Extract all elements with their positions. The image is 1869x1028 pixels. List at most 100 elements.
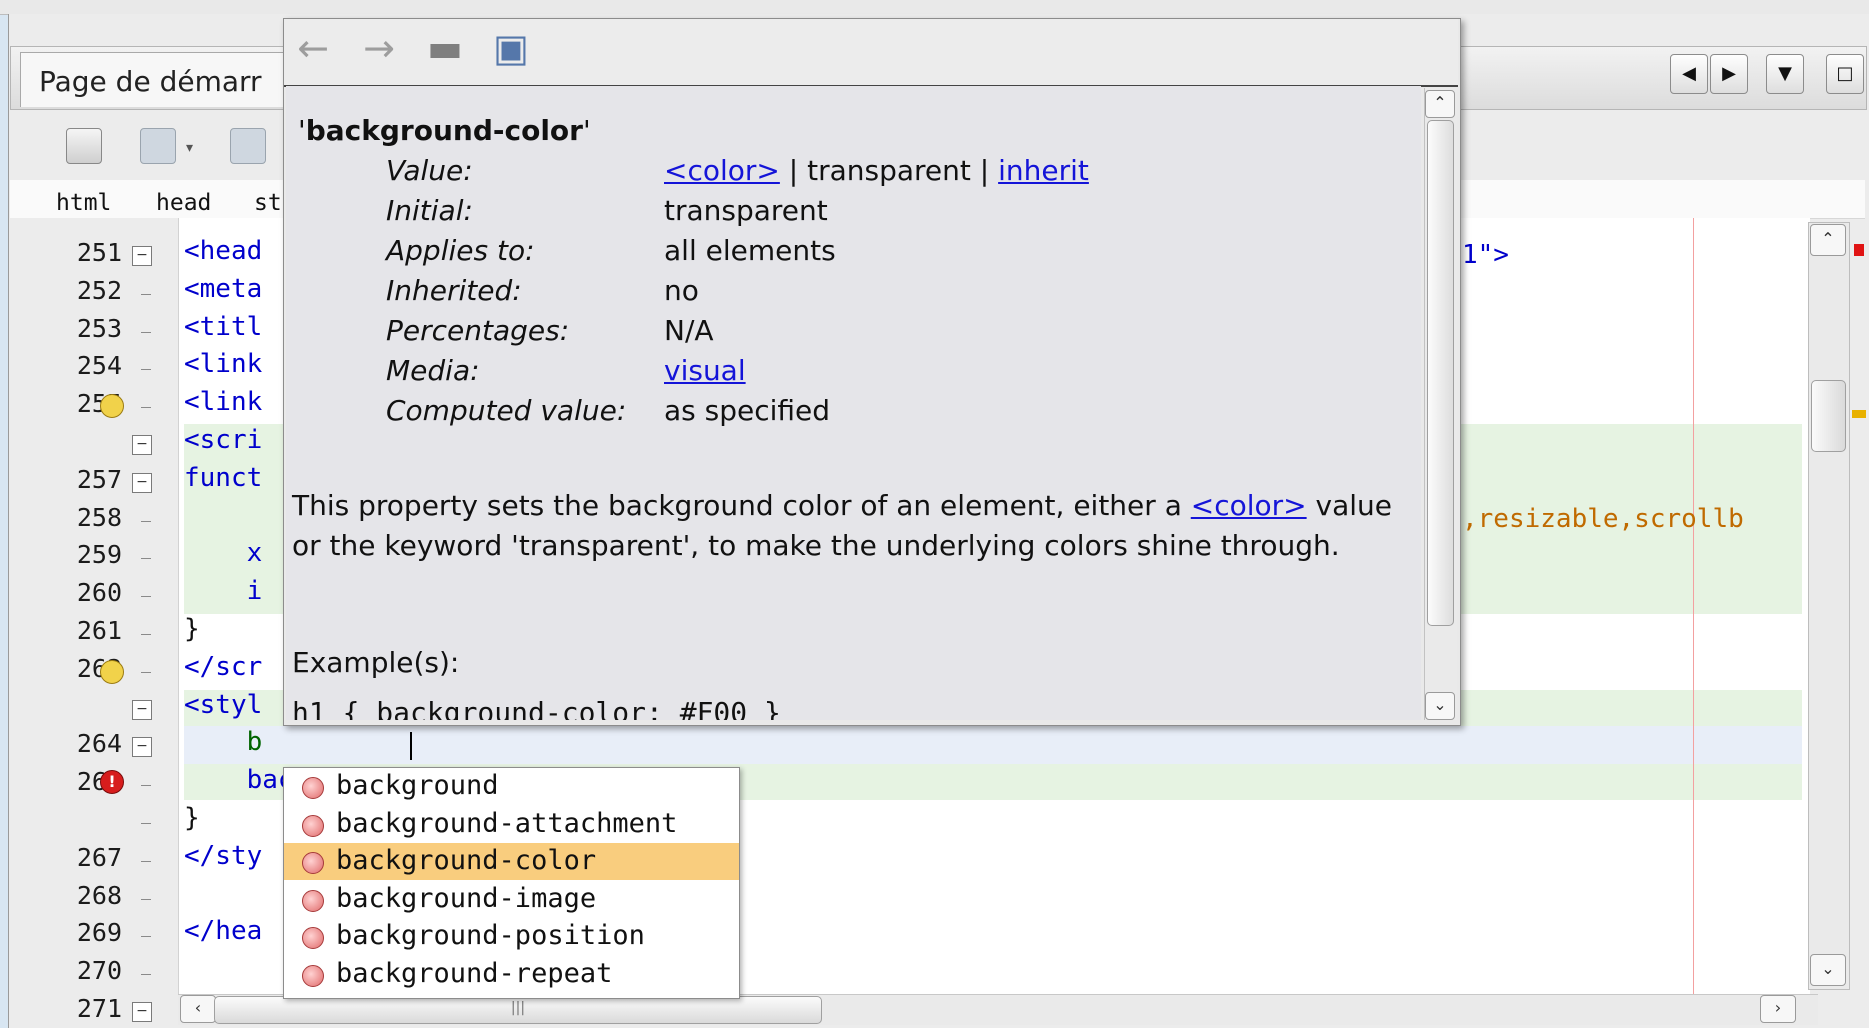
prop-value-computed: as specified bbox=[664, 394, 831, 427]
fold-guide bbox=[141, 823, 151, 824]
maximize-button[interactable]: □ bbox=[1826, 54, 1864, 94]
prop-name-media: Media: bbox=[386, 354, 480, 387]
completion-label: background-attachment bbox=[336, 807, 678, 839]
prop-name-computed: Computed value: bbox=[386, 394, 627, 427]
completion-item[interactable]: background-position bbox=[284, 918, 739, 955]
prop-name-initial: Initial: bbox=[386, 194, 473, 227]
code-line[interactable]: <titl bbox=[184, 312, 262, 342]
breadcrumb-head[interactable]: head bbox=[156, 190, 211, 216]
fold-toggle-icon[interactable]: − bbox=[132, 737, 152, 758]
fold-toggle-icon[interactable]: − bbox=[132, 472, 152, 493]
editor-scroll-thumb[interactable] bbox=[1811, 380, 1846, 452]
chevron-down-icon[interactable]: ▾ bbox=[186, 140, 193, 156]
error-icon[interactable]: ! bbox=[100, 770, 124, 794]
code-line[interactable]: <meta bbox=[184, 274, 262, 304]
documentation-toolbar: ← → ▬ ▣ bbox=[284, 19, 1458, 87]
back-icon[interactable] bbox=[140, 128, 176, 164]
visual-link[interactable]: visual bbox=[664, 354, 746, 387]
doc-scroll-thumb[interactable] bbox=[1427, 120, 1454, 626]
documentation-content: 'background-color' Value: <color> | tran… bbox=[286, 86, 1421, 720]
breadcrumb-html[interactable]: html bbox=[56, 190, 111, 216]
error-stripe-marker[interactable] bbox=[1854, 244, 1864, 256]
forward-icon[interactable] bbox=[230, 128, 266, 164]
hint-bulb-icon[interactable] bbox=[100, 660, 124, 684]
browser-icon[interactable]: ▬ bbox=[424, 27, 466, 69]
code-line[interactable]: x bbox=[184, 538, 263, 568]
completion-label: background-image bbox=[336, 882, 597, 914]
doc-scroll-down-button[interactable]: ⌄ bbox=[1425, 692, 1455, 720]
scroll-tabs-left-button[interactable]: ◀ bbox=[1670, 54, 1708, 94]
code-line[interactable]: </scr bbox=[184, 652, 262, 682]
fold-toggle-icon[interactable]: − bbox=[132, 246, 152, 266]
arrow-right-icon[interactable]: → bbox=[358, 27, 400, 69]
completion-item[interactable]: background-repeat bbox=[284, 956, 739, 993]
fold-guide bbox=[141, 936, 151, 938]
code-line[interactable]: <scri bbox=[184, 425, 262, 455]
scroll-left-button[interactable]: ‹ bbox=[180, 995, 216, 1023]
line-number: 253 bbox=[76, 313, 122, 343]
prop-value-applies: all elements bbox=[664, 234, 836, 267]
line-number: 257 bbox=[76, 464, 122, 494]
tab-label: Page de démarr bbox=[39, 65, 262, 98]
scroll-up-button[interactable]: ⌃ bbox=[1810, 224, 1846, 256]
code-line[interactable]: } bbox=[184, 614, 200, 644]
property-icon bbox=[302, 852, 324, 874]
editor-vertical-scrollbar[interactable] bbox=[1808, 222, 1850, 990]
code-fragment-259: ,resizable,scrollb bbox=[1462, 504, 1744, 534]
tab-list-button[interactable]: ▼ bbox=[1766, 54, 1804, 94]
completion-label: background bbox=[336, 770, 499, 801]
line-number: 271 bbox=[76, 994, 122, 1023]
completion-item[interactable]: background bbox=[284, 768, 739, 805]
completion-label: background-position bbox=[336, 920, 645, 951]
completion-item[interactable]: background-attachment bbox=[284, 806, 739, 843]
code-line[interactable]: </sty bbox=[184, 841, 262, 871]
doc-scroll-up-button[interactable]: ⌃ bbox=[1425, 90, 1455, 118]
scroll-down-button[interactable]: ⌄ bbox=[1810, 954, 1846, 986]
text-caret bbox=[410, 732, 412, 760]
line-number: 268 bbox=[76, 880, 122, 910]
arrow-left-icon[interactable]: ← bbox=[292, 27, 334, 69]
code-line[interactable]: <link bbox=[184, 349, 262, 379]
line-number: 252 bbox=[76, 275, 122, 305]
code-line[interactable]: funct bbox=[184, 463, 262, 493]
completion-label: background-repeat bbox=[336, 957, 613, 989]
code-line[interactable]: i bbox=[184, 576, 263, 606]
fold-guide bbox=[141, 369, 151, 371]
code-line[interactable]: <styl bbox=[184, 690, 262, 720]
code-line[interactable]: } bbox=[184, 803, 200, 833]
breadcrumb-style[interactable]: st bbox=[254, 190, 282, 216]
fold-toggle-icon[interactable]: − bbox=[132, 1002, 152, 1022]
title-strip bbox=[0, 0, 1869, 15]
property-icon bbox=[302, 889, 324, 912]
fold-guide bbox=[141, 331, 151, 333]
source-icon[interactable]: ▣ bbox=[490, 27, 532, 69]
scroll-right-button[interactable]: › bbox=[1760, 995, 1796, 1023]
prop-name-inherited: Inherited: bbox=[386, 274, 522, 307]
warning-stripe-marker[interactable] bbox=[1852, 410, 1866, 418]
horizontal-scroll-thumb[interactable]: ||| bbox=[214, 996, 822, 1024]
line-number: 254 bbox=[76, 351, 122, 381]
scroll-tabs-right-button[interactable]: ▶ bbox=[1710, 54, 1748, 94]
inherit-link[interactable]: inherit bbox=[998, 154, 1089, 187]
code-line[interactable]: <link bbox=[184, 387, 262, 417]
fold-guide bbox=[141, 860, 151, 862]
color-link[interactable]: <color> bbox=[664, 154, 780, 187]
line-number: 258 bbox=[76, 502, 122, 532]
fold-toggle-icon[interactable]: − bbox=[132, 699, 152, 720]
code-line[interactable]: b bbox=[184, 727, 263, 757]
desc-color-link[interactable]: <color> bbox=[1191, 489, 1307, 522]
code-line[interactable]: </hea bbox=[184, 916, 262, 946]
code-line[interactable]: <head bbox=[184, 236, 262, 266]
doc-example-heading: Example(s): bbox=[292, 646, 460, 679]
line-number: 269 bbox=[76, 918, 122, 948]
completion-item[interactable]: background-color bbox=[284, 843, 739, 880]
completion-list[interactable]: background background-attachment backgroun… bbox=[283, 767, 740, 999]
last-edit-icon[interactable] bbox=[66, 128, 102, 164]
fold-guide bbox=[141, 785, 151, 787]
hint-bulb-icon[interactable] bbox=[100, 394, 124, 418]
fold-guide bbox=[141, 558, 151, 560]
prop-value-value: <color> | transparent | inherit bbox=[664, 154, 1089, 187]
line-number: 260 bbox=[76, 578, 122, 608]
completion-item[interactable]: background-image bbox=[284, 881, 739, 918]
fold-toggle-icon[interactable]: − bbox=[132, 435, 152, 455]
